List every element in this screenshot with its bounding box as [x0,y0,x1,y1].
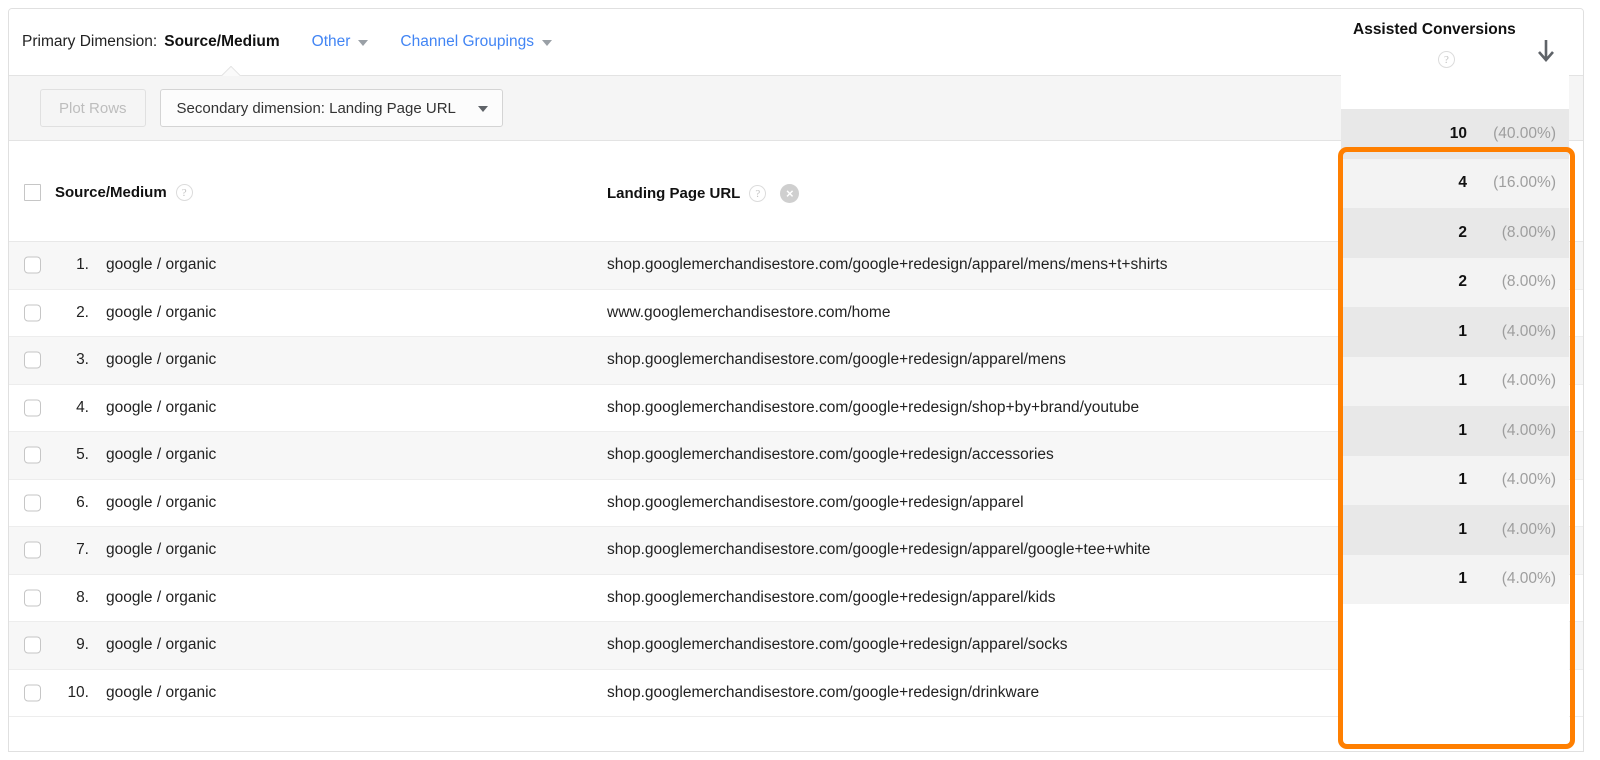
row-landing-page-url[interactable]: shop.googlemerchandisestore.com/google+r… [607,351,1066,369]
primary-dimension-label: Primary Dimension: [22,33,157,51]
help-icon[interactable]: ? [749,185,766,202]
metric-value: 1 [1458,422,1467,440]
row-index: 5. [55,446,89,464]
metric-percent: (4.00%) [1478,521,1556,539]
row-index: 8. [55,589,89,607]
row-index: 2. [55,304,89,322]
row-index: 1. [55,256,89,274]
row-landing-page-url[interactable]: shop.googlemerchandisestore.com/google+r… [607,494,1024,512]
chevron-down-icon [542,40,552,46]
primary-dimension-channel-groupings-label: Channel Groupings [400,33,534,51]
metric-cell: 2 (8.00%) [1341,258,1569,308]
row-checkbox[interactable] [24,447,41,464]
row-checkbox[interactable] [24,304,41,321]
metric-cell: 1 (4.00%) [1341,505,1569,555]
plot-rows-label: Plot Rows [59,100,127,117]
row-source-medium[interactable]: google / organic [106,256,216,274]
primary-dimension-other[interactable]: Other [312,33,369,51]
metric-percent: (4.00%) [1478,372,1556,390]
metric-value: 1 [1458,570,1467,588]
row-landing-page-url[interactable]: www.googlemerchandisestore.com/home [607,304,890,322]
metric-value: 1 [1458,323,1467,341]
active-tab-caret-icon [221,66,243,76]
chevron-down-icon [358,40,368,46]
row-index: 4. [55,399,89,417]
primary-dimension-other-label: Other [312,33,351,51]
row-source-medium[interactable]: google / organic [106,446,216,464]
secondary-dimension-dropdown[interactable]: Secondary dimension: Landing Page URL [160,89,503,127]
row-landing-page-url[interactable]: shop.googlemerchandisestore.com/google+r… [607,399,1139,417]
metric-value: 1 [1458,372,1467,390]
help-icon[interactable]: ? [1438,51,1455,68]
metric-value: 2 [1458,273,1467,291]
metric-column-assisted-conversions: Assisted Conversions ? 10 (40.00%) 4 (16.00… [1341,9,1569,751]
row-source-medium[interactable]: google / organic [106,636,216,654]
metric-cell: 1 (4.00%) [1341,307,1569,357]
metric-values-list: 10 (40.00%) 4 (16.00%) 2 (8.00%) 2 (8.00%) 1 (4.0… [1341,109,1569,604]
column-header-source-medium[interactable]: Source/Medium ? [55,184,193,201]
metric-percent: (4.00%) [1478,570,1556,588]
plot-rows-button[interactable]: Plot Rows [40,89,146,127]
row-checkbox[interactable] [24,637,41,654]
row-checkbox[interactable] [24,542,41,559]
column-header-landing-page-url[interactable]: Landing Page URL ? × [607,184,799,203]
sort-descending-arrow-icon[interactable] [1537,39,1555,65]
row-source-medium[interactable]: google / organic [106,304,216,322]
row-landing-page-url[interactable]: shop.googlemerchandisestore.com/google+r… [607,684,1039,702]
row-checkbox[interactable] [24,494,41,511]
row-source-medium[interactable]: google / organic [106,351,216,369]
row-checkbox[interactable] [24,352,41,369]
metric-percent: (16.00%) [1478,174,1556,192]
column-header-landing-page-url-label: Landing Page URL [607,185,740,202]
row-checkbox[interactable] [24,684,41,701]
column-header-assisted-conversions-label: Assisted Conversions [1353,21,1516,39]
metric-cell: 1 (4.00%) [1341,406,1569,456]
metric-percent: (8.00%) [1478,273,1556,291]
metric-value: 2 [1458,224,1467,242]
metric-value: 10 [1450,125,1467,143]
metric-cell: 4 (16.00%) [1341,159,1569,209]
row-source-medium[interactable]: google / organic [106,541,216,559]
report-panel: Primary Dimension: Source/Medium Other C… [8,8,1584,752]
row-landing-page-url[interactable]: shop.googlemerchandisestore.com/google+r… [607,256,1167,274]
row-checkbox[interactable] [24,589,41,606]
metric-cell: 1 (4.00%) [1341,456,1569,506]
remove-secondary-dimension-icon[interactable]: × [780,184,799,203]
row-source-medium[interactable]: google / organic [106,494,216,512]
metric-cell: 1 (4.00%) [1341,357,1569,407]
metric-cell: 2 (8.00%) [1341,208,1569,258]
metric-percent: (4.00%) [1478,471,1556,489]
column-header-source-medium-label: Source/Medium [55,184,167,201]
row-index: 10. [55,684,89,702]
row-source-medium[interactable]: google / organic [106,589,216,607]
row-index: 9. [55,636,89,654]
metric-cell: 10 (40.00%) [1341,109,1569,159]
metric-cell: 1 (4.00%) [1341,555,1569,605]
metric-percent: (40.00%) [1478,125,1556,143]
primary-dimension-channel-groupings[interactable]: Channel Groupings [400,33,552,51]
metric-percent: (4.00%) [1478,422,1556,440]
select-all-checkbox[interactable] [24,184,41,201]
metric-percent: (8.00%) [1478,224,1556,242]
row-checkbox[interactable] [24,399,41,416]
row-index: 3. [55,351,89,369]
metric-value: 1 [1458,471,1467,489]
row-source-medium[interactable]: google / organic [106,684,216,702]
row-landing-page-url[interactable]: shop.googlemerchandisestore.com/google+r… [607,446,1054,464]
chevron-down-icon [478,106,488,112]
metric-value: 1 [1458,521,1467,539]
help-icon[interactable]: ? [176,184,193,201]
row-checkbox[interactable] [24,257,41,274]
metric-value: 4 [1458,174,1467,192]
metric-percent: (4.00%) [1478,323,1556,341]
row-source-medium[interactable]: google / organic [106,399,216,417]
row-landing-page-url[interactable]: shop.googlemerchandisestore.com/google+r… [607,541,1150,559]
primary-dimension-active-source-medium[interactable]: Source/Medium [164,33,279,51]
secondary-dimension-label: Secondary dimension: Landing Page URL [177,100,456,117]
metric-column-header[interactable]: Assisted Conversions ? [1341,9,1569,109]
row-index: 7. [55,541,89,559]
row-landing-page-url[interactable]: shop.googlemerchandisestore.com/google+r… [607,589,1056,607]
row-index: 6. [55,494,89,512]
row-landing-page-url[interactable]: shop.googlemerchandisestore.com/google+r… [607,636,1068,654]
